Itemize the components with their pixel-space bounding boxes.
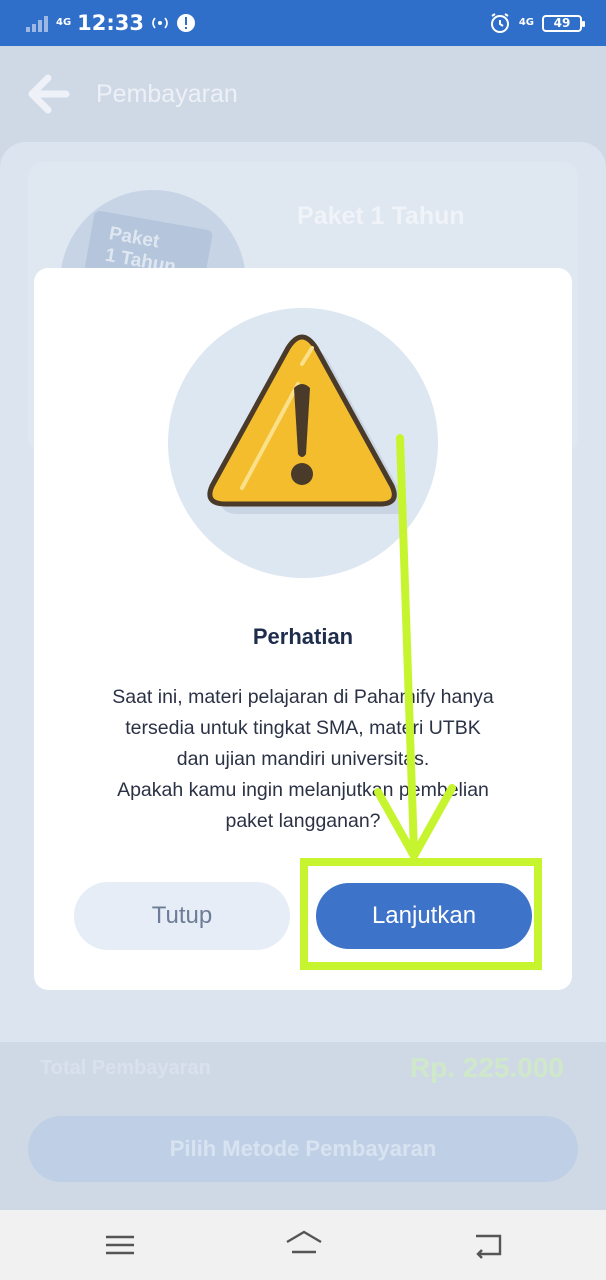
dialog-message-line: Saat ini, materi pelajaran di Pahamify h… <box>112 686 494 708</box>
close-button[interactable]: Tutup <box>74 882 290 950</box>
arrow-left-icon[interactable] <box>26 74 70 114</box>
dialog-message-line: Apakah kamu ingin melanjutkan pembelian <box>117 779 489 801</box>
signal-icon <box>26 16 48 32</box>
battery-icon: 49 <box>542 14 585 32</box>
total-label: Total Pembayaran <box>40 1057 211 1079</box>
status-right: 4G 49 <box>489 8 585 38</box>
navigation-bar <box>0 1210 606 1280</box>
package-name: Paket 1 Tahun <box>297 202 465 230</box>
page-title: Pembayaran <box>96 80 238 108</box>
choose-payment-button[interactable]: Pilih Metode Pembayaran <box>28 1116 578 1182</box>
warning-triangle-icon <box>207 334 407 514</box>
dialog-message-line: tersedia untuk tingkat SMA, materi UTBK <box>125 717 481 739</box>
network-type-right: 4G <box>518 17 534 28</box>
warning-dialog: Perhatian Saat ini, materi pelajaran di … <box>34 268 572 990</box>
clock: 12:33 <box>77 11 145 35</box>
app-bar: Pembayaran <box>0 46 606 142</box>
dialog-title: Perhatian <box>252 624 354 649</box>
status-bar: 4G 12:33 4G 49 <box>0 0 606 46</box>
status-left: 4G 12:33 <box>26 8 196 38</box>
dialog-message: Saat ini, materi pelajaran di Pahamify h… <box>54 682 552 837</box>
continue-button[interactable]: Lanjutkan <box>316 883 532 949</box>
network-type-left: 4G <box>56 17 72 28</box>
alert-icon <box>177 14 196 32</box>
dialog-message-line: paket langganan? <box>225 810 381 832</box>
alarm-icon <box>490 13 509 33</box>
menu-icon[interactable] <box>102 1228 138 1262</box>
battery-level: 49 <box>553 16 571 30</box>
dialog-message-line: dan ujian mandiri universitas. <box>176 748 430 770</box>
back-icon[interactable] <box>470 1228 506 1262</box>
home-icon[interactable] <box>284 1228 324 1262</box>
hotspot-icon <box>152 17 168 29</box>
total-value: Rp. 225.000 <box>409 1052 564 1083</box>
